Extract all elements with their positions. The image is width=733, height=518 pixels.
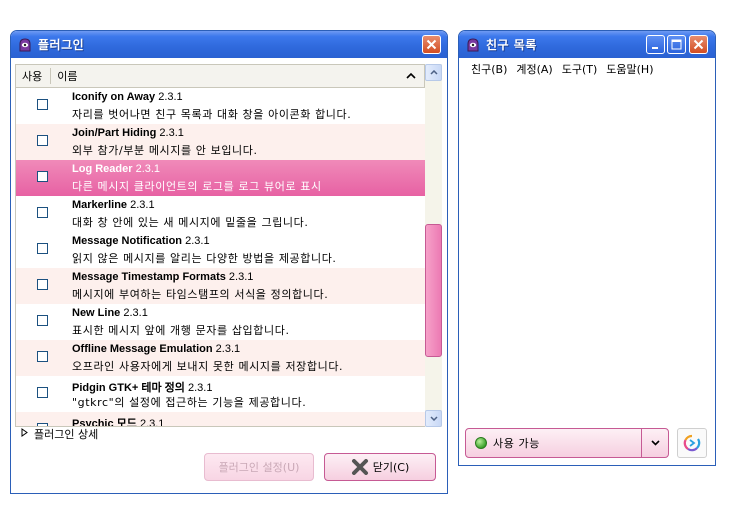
configure-plugin-label: 플러그인 설정(U) bbox=[218, 461, 300, 474]
plugin-list-header: 사용 이름 bbox=[15, 64, 425, 88]
plugin-row[interactable]: Iconify on Away 2.3.1 자리를 벗어나면 친구 목록과 대화… bbox=[16, 88, 426, 124]
close-window-button[interactable] bbox=[689, 35, 708, 54]
plugin-version: 2.3.1 bbox=[187, 382, 213, 394]
plugin-window-titlebar[interactable]: 플러그인 bbox=[11, 31, 447, 58]
plugin-name: Join/Part Hiding bbox=[72, 127, 157, 139]
app-launcher-icon bbox=[683, 434, 701, 452]
plugin-row[interactable]: New Line 2.3.1 표시한 메시지 앞에 개행 문자를 삽입합니다. bbox=[16, 304, 426, 340]
minimize-button[interactable] bbox=[646, 35, 665, 54]
plugin-description: 오프라인 사용자에게 보내지 못한 메시지를 저장합니다. bbox=[72, 360, 344, 373]
menu-accounts[interactable]: 계정(A) bbox=[516, 61, 552, 77]
status-selector[interactable]: 사용 가능 bbox=[465, 428, 669, 458]
plugin-row[interactable]: Message Notification 2.3.1 읽지 않은 메시지를 알리… bbox=[16, 232, 426, 268]
plugin-description: 표시한 메시지 앞에 개행 문자를 삽입합니다. bbox=[72, 324, 290, 337]
available-status-icon bbox=[475, 437, 487, 449]
buddy-list-window: 친구 목록 친구(B) 계정(A) 도구(T) 도움말(H) 사용 가능 bbox=[458, 30, 716, 466]
close-icon bbox=[426, 39, 437, 50]
plugin-description: 읽지 않은 메시지를 알리는 다양한 방법을 제공합니다. bbox=[72, 252, 337, 265]
plugin-name: New Line bbox=[72, 307, 121, 319]
plugin-name: Markerline bbox=[72, 199, 128, 211]
status-dropdown-button[interactable] bbox=[641, 429, 668, 457]
close-button-label: 닫기(C) bbox=[372, 461, 410, 474]
minimize-icon bbox=[651, 46, 658, 49]
plugin-description: 메시지에 부여하는 타임스탬프의 서식을 정의합니다. bbox=[72, 288, 329, 301]
scroll-up-button[interactable] bbox=[425, 64, 442, 81]
plugin-window-title: 플러그인 bbox=[38, 38, 85, 52]
maximize-icon bbox=[671, 39, 682, 50]
plugin-enable-checkbox[interactable] bbox=[37, 99, 48, 110]
plugin-enable-checkbox[interactable] bbox=[37, 171, 48, 182]
plugin-version: 2.3.1 bbox=[139, 418, 165, 427]
close-icon bbox=[693, 39, 704, 50]
close-button[interactable]: 닫기(C) bbox=[324, 453, 436, 481]
plugin-description: 외부 참가/부분 메시지를 안 보입니다. bbox=[72, 144, 258, 157]
plugin-enable-checkbox[interactable] bbox=[37, 279, 48, 290]
plugin-description: 대화 창 안에 있는 새 메시지에 밑줄을 그립니다. bbox=[72, 216, 309, 229]
buddy-menubar: 친구(B) 계정(A) 도구(T) 도움말(H) bbox=[462, 58, 712, 80]
plugin-version: 2.3.1 bbox=[228, 271, 254, 283]
plugin-name: Iconify on Away bbox=[72, 91, 156, 103]
plugin-row-selected[interactable]: Log Reader 2.3.1 다른 메시지 클라이언트의 로그를 로그 뷰어… bbox=[16, 160, 426, 196]
plugin-version: 2.3.1 bbox=[158, 91, 183, 103]
plugin-details-expander[interactable]: 플러그인 상세 bbox=[21, 426, 98, 442]
expander-arrow-icon bbox=[21, 428, 28, 440]
plugin-version: 2.3.1 bbox=[185, 235, 210, 247]
plugin-version: 2.3.1 bbox=[159, 127, 184, 139]
menu-tools[interactable]: 도구(T) bbox=[562, 61, 598, 77]
plugin-enable-checkbox[interactable] bbox=[37, 135, 48, 146]
plugin-row[interactable]: Psychic 모드 2.3.1 bbox=[16, 412, 426, 427]
plugin-description: 자리를 벗어나면 친구 목록과 대화 창을 아이콘화 합니다. bbox=[72, 108, 352, 121]
pidgin-icon bbox=[19, 37, 31, 51]
chevron-down-icon bbox=[650, 440, 660, 446]
chevron-up-icon bbox=[429, 70, 438, 75]
scroll-down-button[interactable] bbox=[425, 410, 442, 427]
plugin-row[interactable]: Join/Part Hiding 2.3.1 외부 참가/부분 메시지를 안 보… bbox=[16, 124, 426, 160]
plugin-version: 2.3.1 bbox=[215, 343, 241, 355]
close-window-button[interactable] bbox=[422, 35, 441, 54]
plugin-version: 2.3.1 bbox=[130, 199, 155, 211]
plugin-row[interactable]: Markerline 2.3.1 대화 창 안에 있는 새 메시지에 밑줄을 그… bbox=[16, 196, 426, 232]
plugin-row[interactable]: Offline Message Emulation 2.3.1 오프라인 사용자… bbox=[16, 340, 426, 376]
plugin-name: Offline Message Emulation bbox=[72, 343, 213, 355]
plugin-name: Pidgin GTK+ 테마 정의 bbox=[72, 382, 185, 394]
plugin-window: 플러그인 사용 이름 Iconify on Away 2.3.1 자리를 벗어나… bbox=[10, 30, 448, 494]
plugin-list-scrollbar[interactable] bbox=[425, 64, 442, 427]
configure-plugin-button[interactable]: 플러그인 설정(U) bbox=[204, 453, 314, 481]
column-header-name[interactable]: 이름 bbox=[51, 68, 77, 84]
pidgin-icon bbox=[467, 37, 479, 51]
plugin-version: 2.3.1 bbox=[135, 163, 161, 175]
sort-ascending-icon bbox=[406, 69, 416, 82]
status-label: 사용 가능 bbox=[493, 437, 540, 450]
plugin-enable-checkbox[interactable] bbox=[37, 243, 48, 254]
plugin-enable-checkbox[interactable] bbox=[37, 387, 48, 398]
plugin-name: Message Timestamp Formats bbox=[72, 271, 226, 283]
column-header-enabled[interactable]: 사용 bbox=[16, 68, 42, 84]
menu-buddies[interactable]: 친구(B) bbox=[471, 61, 507, 77]
buddy-list-title: 친구 목록 bbox=[486, 38, 537, 52]
plugin-enable-checkbox[interactable] bbox=[37, 207, 48, 218]
plugin-row[interactable]: Pidgin GTK+ 테마 정의 2.3.1 "gtkrc"의 설정에 접근하… bbox=[16, 376, 426, 412]
scroll-thumb[interactable] bbox=[425, 224, 442, 357]
plugin-version: 2.3.1 bbox=[123, 307, 148, 319]
buddy-list-titlebar[interactable]: 친구 목록 bbox=[459, 31, 715, 58]
app-launcher-button[interactable] bbox=[677, 428, 707, 458]
menu-help[interactable]: 도움말(H) bbox=[606, 61, 653, 77]
chevron-down-icon bbox=[429, 416, 438, 421]
plugin-details-label: 플러그인 상세 bbox=[34, 428, 99, 441]
plugin-list: Iconify on Away 2.3.1 자리를 벗어나면 친구 목록과 대화… bbox=[15, 88, 426, 427]
plugin-enable-checkbox[interactable] bbox=[37, 315, 48, 326]
buddy-list-area[interactable] bbox=[462, 81, 712, 425]
maximize-button[interactable] bbox=[667, 35, 686, 54]
plugin-description: "gtkrc"의 설정에 접근하는 기능을 제공합니다. bbox=[72, 396, 307, 409]
plugin-enable-checkbox[interactable] bbox=[37, 351, 48, 362]
plugin-name: Message Notification bbox=[72, 235, 183, 247]
plugin-row[interactable]: Message Timestamp Formats 2.3.1 메시지에 부여하… bbox=[16, 268, 426, 304]
plugin-name: Log Reader bbox=[72, 163, 133, 175]
close-x-icon bbox=[351, 459, 368, 475]
plugin-description: 다른 메시지 클라이언트의 로그를 로그 뷰어로 표시 bbox=[72, 180, 322, 193]
